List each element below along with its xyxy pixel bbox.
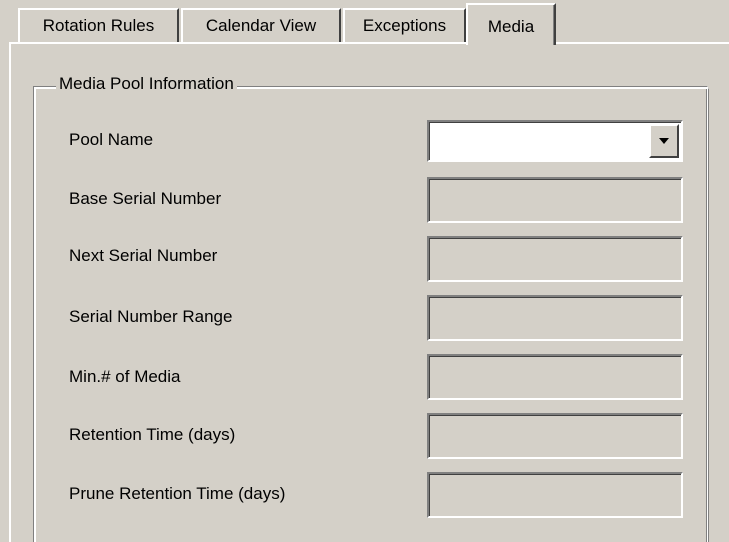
groupbox-title: Media Pool Information (56, 74, 237, 94)
base-serial-number-label: Base Serial Number (69, 189, 222, 208)
dropdown-arrow-icon (658, 137, 670, 145)
serial-number-range-field[interactable] (427, 295, 683, 341)
serial-number-range-label: Serial Number Range (69, 307, 233, 326)
prune-retention-time-field[interactable] (427, 472, 683, 518)
next-serial-number-field[interactable] (427, 236, 683, 282)
pool-name-dropdown-button[interactable] (649, 124, 679, 158)
prune-retention-time-label: Prune Retention Time (days) (69, 484, 286, 503)
media-dialog: Rotation Rules Calendar View Exceptions … (0, 0, 729, 542)
next-serial-number-label: Next Serial Number (69, 246, 218, 265)
base-serial-number-field[interactable] (427, 177, 683, 223)
retention-time-label: Retention Time (days) (69, 425, 236, 444)
tab-exceptions[interactable]: Exceptions (343, 8, 466, 42)
tab-media[interactable]: Media (466, 3, 556, 45)
tab-rotation-rules[interactable]: Rotation Rules (18, 8, 179, 42)
min-media-field[interactable] (427, 354, 683, 400)
pool-name-dropdown[interactable] (427, 120, 683, 162)
retention-time-field[interactable] (427, 413, 683, 459)
min-media-label: Min.# of Media (69, 367, 181, 386)
tab-calendar-view[interactable]: Calendar View (181, 8, 341, 42)
pool-name-label: Pool Name (69, 130, 154, 149)
